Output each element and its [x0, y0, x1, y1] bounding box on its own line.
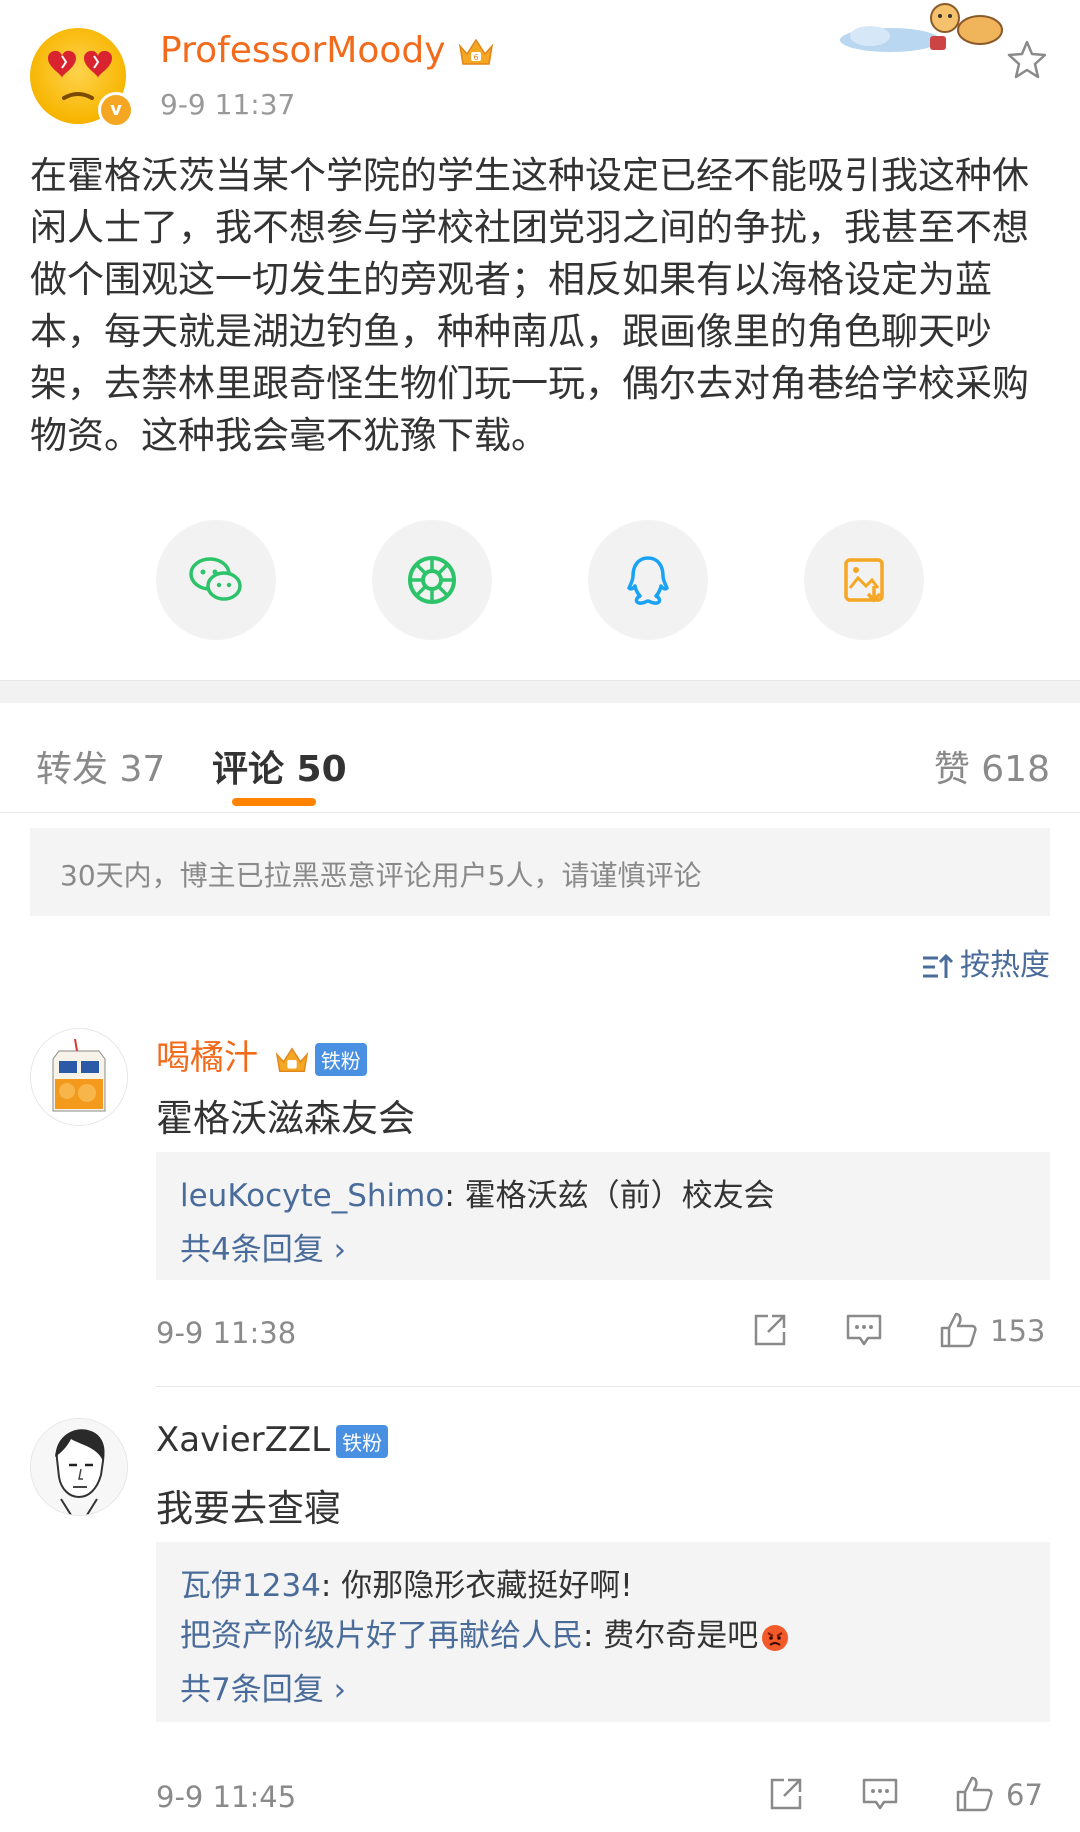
comment-item: 喝橘汁 铁粉 霍格沃滋森友会 leuKocyte_Shimo: 霍格沃兹（前）校… — [0, 1020, 1080, 1420]
reply-comment-button[interactable] — [860, 1774, 900, 1818]
share-wechat-button[interactable] — [156, 520, 276, 640]
share-out-icon — [754, 1314, 786, 1346]
commenter-avatar[interactable] — [30, 1418, 128, 1516]
reply-text: : 你那隐形衣藏挺好啊! — [320, 1568, 633, 1604]
commenter-avatar[interactable] — [30, 1028, 128, 1126]
blocked-users-notice: 30天内，博主已拉黑恶意评论用户5人，请谨慎评论 — [30, 828, 1050, 916]
post-time: 9-9 11:37 — [160, 88, 296, 121]
reply-comment-button[interactable] — [844, 1310, 884, 1354]
comment-text: 霍格沃滋森友会 — [156, 1097, 415, 1140]
cat-decoration-icon — [840, 3, 1003, 52]
author-name[interactable]: ProfessorMoody — [160, 30, 446, 71]
favorite-star-icon[interactable] — [1006, 38, 1048, 80]
share-row — [0, 520, 1080, 640]
tab-likes[interactable]: 赞 618 — [934, 740, 1050, 792]
crown-icon — [275, 1046, 309, 1072]
tab-repost[interactable]: 转发 37 — [36, 740, 165, 792]
commenter-name[interactable]: 喝橘汁 — [156, 1038, 258, 1078]
repost-comment-button[interactable] — [766, 1774, 806, 1818]
commenter-name[interactable]: XavierZZL — [156, 1420, 330, 1460]
more-replies-link[interactable]: 共4条回复 › — [180, 1224, 346, 1269]
reply-box[interactable]: 瓦伊1234: 你那隐形衣藏挺好啊! 把资产阶级片好了再献给人民: 费尔奇是吧 … — [156, 1542, 1050, 1722]
like-comment-button[interactable] — [954, 1774, 994, 1818]
share-out-icon — [770, 1778, 802, 1810]
sort-icon — [923, 953, 954, 978]
thumbs-up-icon — [940, 1312, 977, 1348]
section-divider — [0, 680, 1080, 703]
qq-icon — [627, 556, 669, 605]
sketch-portrait-avatar-icon — [31, 1419, 127, 1515]
comment-actions: 67 — [766, 1774, 1050, 1818]
reply-author[interactable]: leuKocyte_Shimo — [180, 1178, 444, 1214]
reply-text: : 霍格沃兹（前）校友会 — [444, 1178, 775, 1214]
reply-line: 把资产阶级片好了再献给人民: 费尔奇是吧 — [180, 1610, 790, 1655]
comment-text: 我要去查寝 — [156, 1487, 341, 1530]
comment-icon — [862, 1778, 898, 1810]
reply-author[interactable]: 把资产阶级片好了再献给人民 — [180, 1618, 583, 1654]
svg-text:6: 6 — [473, 53, 478, 62]
reply-line: 瓦伊1234: 你那隐形衣藏挺好啊! — [180, 1560, 633, 1605]
like-comment-button[interactable] — [938, 1310, 978, 1354]
comment-time: 9-9 11:45 — [156, 1780, 297, 1814]
orange-juice-avatar-icon — [31, 1029, 127, 1125]
wechat-icon — [189, 557, 242, 601]
reply-author[interactable]: 瓦伊1234 — [180, 1568, 321, 1604]
reply-box[interactable]: leuKocyte_Shimo: 霍格沃兹（前）校友会 共4条回复 › — [156, 1152, 1050, 1280]
verified-badge: v — [98, 92, 134, 128]
fan-badge: 铁粉 — [336, 1425, 389, 1458]
comment-time: 9-9 11:38 — [156, 1316, 297, 1350]
fan-badge: 铁粉 — [314, 1043, 367, 1076]
like-count: 153 — [990, 1314, 1046, 1348]
post-header: v ProfessorMoody 6 9-9 11:37 — [0, 0, 1080, 140]
tab-bar: 转发 37 评论 50 赞 618 — [0, 702, 1080, 813]
thumbs-up-icon — [956, 1776, 993, 1812]
tab-comments[interactable]: 评论 50 — [212, 740, 347, 792]
share-moments-button[interactable] — [372, 520, 492, 640]
comment-divider — [156, 1386, 1080, 1387]
post-text: 在霍格沃茨当某个学院的学生这种设定已经不能吸引我这种休闲人士了，我不想参与学校社… — [30, 154, 1029, 457]
angry-face-emoji-icon — [762, 1624, 789, 1651]
more-replies-link[interactable]: 共7条回复 › — [180, 1664, 346, 1709]
moments-icon — [408, 556, 456, 604]
repost-comment-button[interactable] — [750, 1310, 790, 1354]
sort-button[interactable]: 按热度 — [920, 940, 1050, 984]
save-image-icon — [844, 558, 884, 603]
comment-icon — [846, 1314, 882, 1346]
sort-label: 按热度 — [960, 948, 1050, 983]
crown-icon: 6 — [458, 38, 494, 65]
reply-text: : 费尔奇是吧 — [583, 1618, 759, 1654]
notice-text: 30天内，博主已拉黑恶意评论用户5人，请谨慎评论 — [60, 859, 702, 892]
share-save-image-button[interactable] — [804, 520, 924, 640]
share-qq-button[interactable] — [588, 520, 708, 640]
comment-item: XavierZZL 铁粉 我要去查寝 瓦伊1234: 你那隐形衣藏挺好啊! 把资产… — [0, 1410, 1080, 1832]
reply-line: leuKocyte_Shimo: 霍格沃兹（前）校友会 — [180, 1170, 775, 1215]
commenter-name-row: XavierZZL 铁粉 — [156, 1420, 389, 1460]
commenter-name-row: 喝橘汁 铁粉 — [156, 1030, 367, 1079]
active-tab-indicator — [232, 798, 316, 806]
like-count: 67 — [1006, 1778, 1043, 1812]
comment-actions: 153 — [750, 1310, 1050, 1354]
